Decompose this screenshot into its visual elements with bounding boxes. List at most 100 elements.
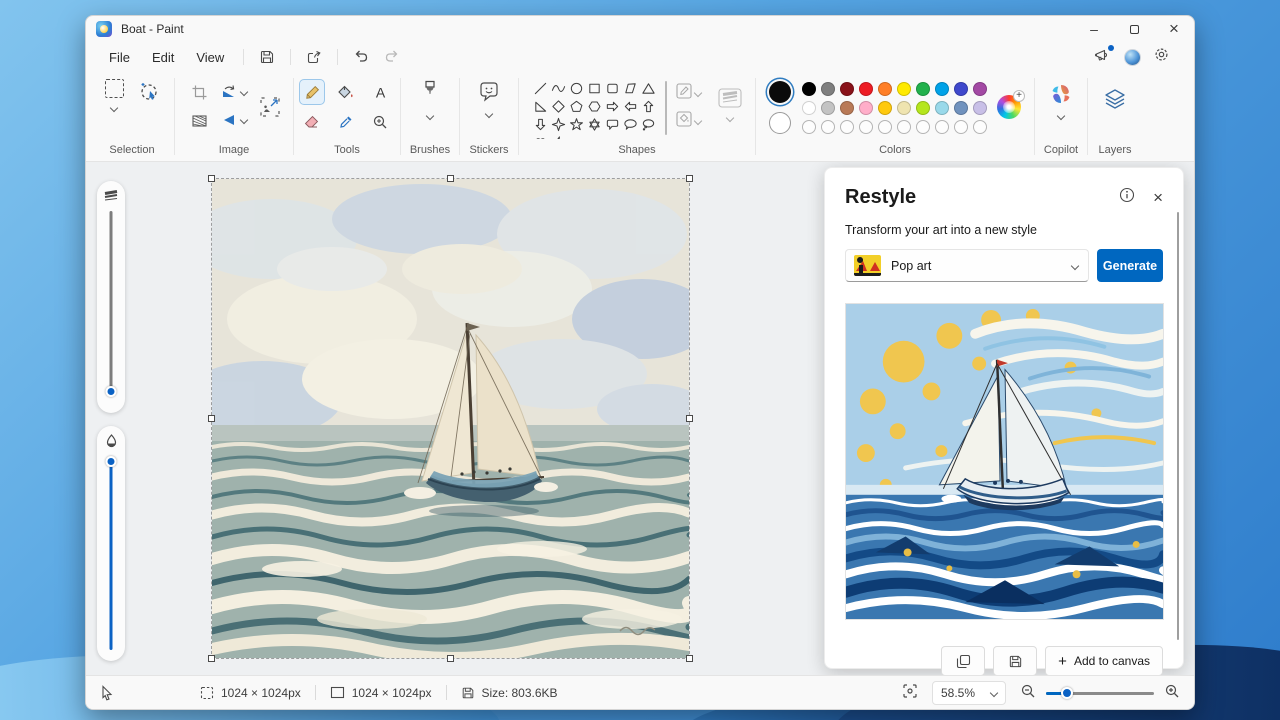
palette-color[interactable] xyxy=(973,101,987,115)
shape-lightning-icon[interactable] xyxy=(549,133,567,139)
info-button[interactable] xyxy=(1119,187,1135,208)
shape-diamond-icon[interactable] xyxy=(549,97,567,115)
feedback-button[interactable] xyxy=(1094,47,1112,68)
line-thickness-button[interactable] xyxy=(717,87,743,121)
shape-star-4-icon[interactable] xyxy=(549,115,567,133)
opacity-slider[interactable] xyxy=(97,426,125,661)
shape-heart-icon[interactable] xyxy=(531,133,549,139)
palette-color[interactable] xyxy=(973,82,987,96)
share-button[interactable] xyxy=(299,45,329,69)
selection-handle-nw[interactable] xyxy=(208,175,215,182)
flip-button[interactable] xyxy=(216,107,250,133)
palette-empty-slot[interactable] xyxy=(897,120,911,134)
selection-handle-ne[interactable] xyxy=(686,175,693,182)
zoom-slider[interactable] xyxy=(1046,686,1154,700)
fill-tool-button[interactable] xyxy=(333,79,359,105)
selection-handle-w[interactable] xyxy=(208,415,215,422)
shape-rounded-rectangle-icon[interactable] xyxy=(603,79,621,97)
rectangle-select-button[interactable] xyxy=(105,79,124,111)
shape-line-icon[interactable] xyxy=(531,79,549,97)
palette-empty-slot[interactable] xyxy=(935,120,949,134)
shape-hexagon-icon[interactable] xyxy=(585,97,603,115)
account-avatar[interactable] xyxy=(1124,49,1141,66)
rotate-button[interactable] xyxy=(216,79,250,105)
chevron-down-icon[interactable] xyxy=(239,88,247,96)
palette-color[interactable] xyxy=(840,82,854,96)
generate-button[interactable]: Generate xyxy=(1097,249,1163,282)
selection-handle-e[interactable] xyxy=(686,415,693,422)
selection-handle-n[interactable] xyxy=(447,175,454,182)
shape-polygon-icon[interactable] xyxy=(621,79,639,97)
palette-empty-slot[interactable] xyxy=(840,120,854,134)
chevron-down-icon[interactable] xyxy=(694,89,702,97)
save-button[interactable] xyxy=(252,45,282,69)
palette-color[interactable] xyxy=(954,82,968,96)
shape-speech-rounded-icon[interactable] xyxy=(603,115,621,133)
shape-rectangle-icon[interactable] xyxy=(585,79,603,97)
menu-item[interactable]: View xyxy=(185,46,235,69)
palette-color[interactable] xyxy=(897,82,911,96)
slider-thumb[interactable] xyxy=(106,386,117,397)
selection-handle-sw[interactable] xyxy=(208,655,215,662)
panel-close-button[interactable]: × xyxy=(1153,189,1163,206)
free-select-button[interactable] xyxy=(138,81,160,108)
shape-right-triangle-icon[interactable] xyxy=(531,97,549,115)
shape-ellipse-icon[interactable] xyxy=(567,79,585,97)
pencil-tool-button[interactable] xyxy=(299,79,325,105)
shapes-scrollbar[interactable] xyxy=(665,81,667,135)
shape-star-6-icon[interactable] xyxy=(585,115,603,133)
slider-track[interactable] xyxy=(110,464,113,650)
chevron-down-icon[interactable] xyxy=(726,114,734,122)
palette-color[interactable] xyxy=(935,101,949,115)
palette-color[interactable] xyxy=(916,101,930,115)
palette-color[interactable] xyxy=(821,101,835,115)
palette-empty-slot[interactable] xyxy=(821,120,835,134)
settings-button[interactable] xyxy=(1153,46,1170,68)
shape-arrow-up-icon[interactable] xyxy=(639,97,657,115)
palette-color[interactable] xyxy=(821,82,835,96)
brushes-button[interactable] xyxy=(420,79,440,119)
crop-button[interactable] xyxy=(186,79,212,105)
magnifier-tool-button[interactable] xyxy=(367,109,393,135)
redo-button[interactable] xyxy=(376,45,406,69)
zoom-in-button[interactable] xyxy=(1164,683,1180,702)
shape-speech-oval-icon[interactable] xyxy=(621,115,639,133)
copy-result-button[interactable] xyxy=(941,646,985,675)
zoom-slider-thumb[interactable] xyxy=(1061,687,1073,699)
palette-color[interactable] xyxy=(878,82,892,96)
shape-pentagon-icon[interactable] xyxy=(567,97,585,115)
selection-handle-se[interactable] xyxy=(686,655,693,662)
shape-arrow-right-icon[interactable] xyxy=(603,97,621,115)
palette-color[interactable] xyxy=(802,101,816,115)
palette-empty-slot[interactable] xyxy=(802,120,816,134)
shape-thought-bubble-icon[interactable] xyxy=(639,115,657,133)
palette-color[interactable] xyxy=(935,82,949,96)
chevron-down-icon[interactable] xyxy=(426,112,434,120)
eraser-tool-button[interactable] xyxy=(299,109,325,135)
layers-button[interactable] xyxy=(1102,87,1128,116)
palette-color[interactable] xyxy=(859,101,873,115)
shape-arrow-left-icon[interactable] xyxy=(621,97,639,115)
palette-color[interactable] xyxy=(802,82,816,96)
close-button[interactable]: × xyxy=(1154,16,1194,42)
color1-swatch[interactable] xyxy=(769,81,791,103)
resize-button[interactable] xyxy=(258,95,282,124)
minimize-button[interactable]: – xyxy=(1074,16,1114,42)
chevron-down-icon[interactable] xyxy=(110,104,118,112)
chevron-down-icon[interactable] xyxy=(239,116,247,124)
text-tool-button[interactable]: A xyxy=(367,79,393,105)
palette-color[interactable] xyxy=(916,82,930,96)
color2-swatch[interactable] xyxy=(769,112,791,134)
palette-color[interactable] xyxy=(954,101,968,115)
shape-arrow-down-icon[interactable] xyxy=(531,115,549,133)
style-dropdown[interactable]: Pop art xyxy=(845,249,1089,282)
canvas[interactable] xyxy=(212,179,689,658)
fit-to-window-button[interactable] xyxy=(902,683,918,702)
shape-star-5-icon[interactable] xyxy=(567,115,585,133)
edit-colors-button[interactable]: + xyxy=(997,95,1021,119)
palette-empty-slot[interactable] xyxy=(954,120,968,134)
copilot-button[interactable] xyxy=(1049,82,1073,119)
palette-color[interactable] xyxy=(859,82,873,96)
chevron-down-icon[interactable] xyxy=(485,110,493,118)
maximize-button[interactable] xyxy=(1114,16,1154,42)
